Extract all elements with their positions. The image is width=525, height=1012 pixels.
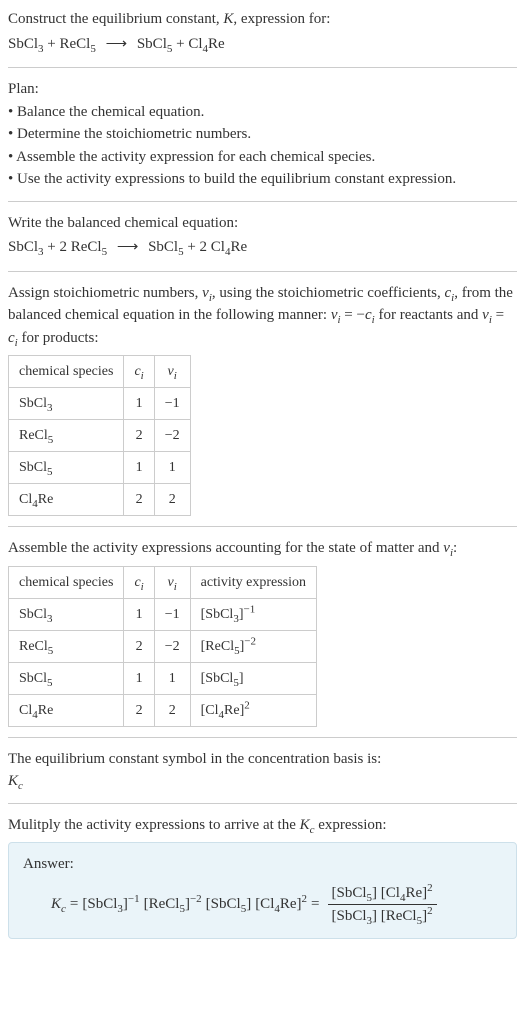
final-section: Mulitply the activity expressions to arr… — [8, 814, 517, 939]
cell-ci: 2 — [124, 484, 154, 516]
activity-intro: Assemble the activity expressions accoun… — [8, 537, 517, 560]
numerator: [SbCl5] [Cl4Re]2 — [328, 882, 437, 906]
cell-species: SbCl5 — [9, 662, 124, 694]
stoich-section: Assign stoichiometric numbers, νi, using… — [8, 282, 517, 528]
prompt-line: Construct the equilibrium constant, K, e… — [8, 8, 517, 31]
balanced-equation: SbCl3 + 2 ReCl5 ⟶ SbCl5 + 2 Cl4Re — [8, 236, 517, 259]
cell-ci: 1 — [124, 662, 154, 694]
col-species: chemical species — [9, 566, 124, 598]
equals: = — [70, 893, 78, 916]
species: Cl4Re — [188, 36, 224, 52]
cell-ci: 1 — [124, 598, 154, 630]
plan-bullet: • Assemble the activity expression for e… — [8, 146, 517, 169]
table-row: SbCl3 1 −1 [SbCl3]−1 — [9, 598, 317, 630]
kc-symbol: Kc — [8, 770, 517, 793]
symbol-section: The equilibrium constant symbol in the c… — [8, 748, 517, 804]
col-ci: ci — [124, 566, 154, 598]
plan-bullet: • Balance the chemical equation. — [8, 101, 517, 124]
plan-bullet: • Determine the stoichiometric numbers. — [8, 123, 517, 146]
cell-nui: −2 — [154, 420, 190, 452]
cell-species: SbCl3 — [9, 388, 124, 420]
species: SbCl3 — [8, 239, 44, 255]
unbalanced-equation: SbCl3 + ReCl5 ⟶ SbCl5 + Cl4Re — [8, 33, 517, 56]
cell-activity: [ReCl5]−2 — [190, 630, 316, 662]
species: SbCl5 — [137, 36, 173, 52]
prompt-text-end: , expression for: — [233, 11, 330, 27]
cell-nui: −2 — [154, 630, 190, 662]
cell-nui: 2 — [154, 694, 190, 726]
cell-nui: −1 — [154, 598, 190, 630]
balanced-section: Write the balanced chemical equation: Sb… — [8, 212, 517, 272]
term: [ReCl5]−2 — [144, 893, 202, 916]
cell-species: SbCl3 — [9, 598, 124, 630]
term: [Cl4Re]2 — [255, 893, 307, 916]
stoich-intro: Assign stoichiometric numbers, νi, using… — [8, 282, 517, 350]
prompt-text: Construct the equilibrium constant, — [8, 11, 223, 27]
kc-expression: Kc = [SbCl3]−1 [ReCl5]−2 [SbCl5] [Cl4Re]… — [23, 882, 502, 928]
cell-nui: −1 — [154, 388, 190, 420]
cell-species: ReCl5 — [9, 630, 124, 662]
col-nui: νi — [154, 356, 190, 388]
denominator: [SbCl3] [ReCl5]2 — [328, 905, 437, 928]
cell-ci: 1 — [124, 452, 154, 484]
final-intro: Mulitply the activity expressions to arr… — [8, 814, 517, 837]
table-row: Cl4Re 2 2 [Cl4Re]2 — [9, 694, 317, 726]
cell-nui: 1 — [154, 662, 190, 694]
answer-box: Answer: Kc = [SbCl3]−1 [ReCl5]−2 [SbCl5]… — [8, 842, 517, 939]
cell-activity: [SbCl5] — [190, 662, 316, 694]
plus: + — [176, 36, 188, 52]
cell-species: ReCl5 — [9, 420, 124, 452]
cell-ci: 2 — [124, 630, 154, 662]
table-header-row: chemical species ci νi — [9, 356, 191, 388]
prompt-section: Construct the equilibrium constant, K, e… — [8, 8, 517, 68]
cell-species: Cl4Re — [9, 484, 124, 516]
cell-species: Cl4Re — [9, 694, 124, 726]
stoich-table: chemical species ci νi SbCl3 1 −1 ReCl5 … — [8, 355, 191, 516]
activity-table: chemical species ci νi activity expressi… — [8, 566, 317, 727]
cell-nui: 2 — [154, 484, 190, 516]
table-row: SbCl3 1 −1 — [9, 388, 191, 420]
balanced-intro: Write the balanced chemical equation: — [8, 212, 517, 235]
table-row: SbCl5 1 1 — [9, 452, 191, 484]
table-row: Cl4Re 2 2 — [9, 484, 191, 516]
term: [SbCl3]−1 — [82, 893, 139, 916]
table-row: ReCl5 2 −2 [ReCl5]−2 — [9, 630, 317, 662]
kc-lhs: Kc — [51, 893, 66, 916]
species: SbCl3 — [8, 36, 44, 52]
cell-ci: 1 — [124, 388, 154, 420]
col-nui: νi — [154, 566, 190, 598]
species: SbCl5 — [148, 239, 184, 255]
table-row: ReCl5 2 −2 — [9, 420, 191, 452]
table-row: SbCl5 1 1 [SbCl5] — [9, 662, 317, 694]
plan-title: Plan: — [8, 78, 517, 101]
species: ReCl5 — [59, 36, 95, 52]
table-header-row: chemical species ci νi activity expressi… — [9, 566, 317, 598]
cell-nui: 1 — [154, 452, 190, 484]
plus-coef: + 2 ReCl — [44, 239, 102, 255]
cell-species: SbCl5 — [9, 452, 124, 484]
cell-activity: [SbCl3]−1 — [190, 598, 316, 630]
col-activity: activity expression — [190, 566, 316, 598]
cell-activity: [Cl4Re]2 — [190, 694, 316, 726]
activity-section: Assemble the activity expressions accoun… — [8, 537, 517, 738]
plus-coef: + 2 Cl — [184, 239, 225, 255]
term: [SbCl5] — [206, 893, 252, 916]
reaction-arrow: ⟶ — [111, 236, 145, 259]
answer-label: Answer: — [23, 853, 502, 876]
equals: = — [311, 893, 319, 916]
fraction: [SbCl5] [Cl4Re]2 [SbCl3] [ReCl5]2 — [328, 882, 437, 928]
cell-ci: 2 — [124, 420, 154, 452]
reaction-arrow: ⟶ — [100, 33, 134, 56]
symbol-intro: The equilibrium constant symbol in the c… — [8, 748, 517, 771]
cell-ci: 2 — [124, 694, 154, 726]
prompt-K: K — [223, 11, 233, 27]
col-species: chemical species — [9, 356, 124, 388]
plan-section: Plan: • Balance the chemical equation. •… — [8, 78, 517, 202]
plan-bullet: • Use the activity expressions to build … — [8, 168, 517, 191]
col-ci: ci — [124, 356, 154, 388]
plus: + — [47, 36, 59, 52]
